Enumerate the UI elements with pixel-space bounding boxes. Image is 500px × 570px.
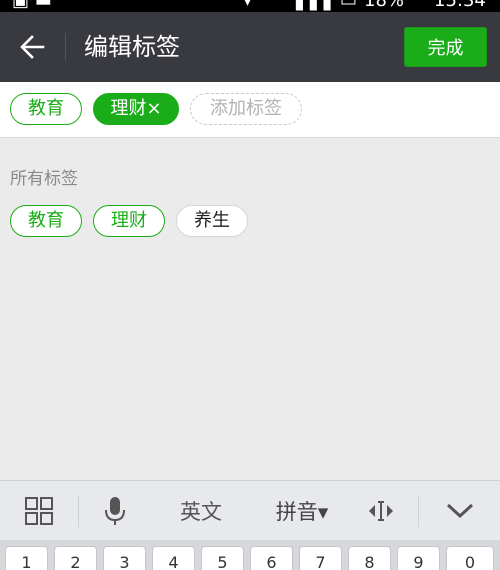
cursor-icon bbox=[369, 501, 393, 521]
signal-icon: ▣ ▬ bbox=[12, 0, 52, 11]
grid-icon bbox=[25, 497, 53, 525]
tag-health[interactable]: 养生 bbox=[176, 205, 248, 237]
battery-level: 18% bbox=[364, 0, 405, 11]
clock: 15:34 bbox=[434, 0, 486, 11]
hide-keyboard-button[interactable] bbox=[432, 481, 488, 541]
key-8[interactable]: 8 bbox=[348, 546, 391, 570]
ime-toolbar: 英文 拼音▾ bbox=[0, 480, 500, 540]
battery-icon: ▭ bbox=[340, 0, 358, 11]
cursor-move-button[interactable] bbox=[358, 481, 404, 541]
status-bar: ▣ ▬ ▾ ▌▌▌ ▭ 18% 15:34 bbox=[0, 0, 500, 12]
app-bar: 编辑标签 完成 bbox=[0, 12, 500, 82]
key-9[interactable]: 9 bbox=[397, 546, 440, 570]
english-mode-button[interactable]: 英文 bbox=[168, 481, 234, 541]
ime-separator bbox=[78, 495, 79, 527]
selected-tag-finance[interactable]: 理财× bbox=[93, 93, 179, 125]
pinyin-mode-button[interactable]: 拼音▾ bbox=[262, 481, 342, 541]
voice-input-button[interactable] bbox=[90, 481, 140, 541]
all-tags-title: 所有标签 bbox=[10, 169, 78, 189]
key-1[interactable]: 1 bbox=[5, 546, 48, 570]
tag-input-area: 教育 理财× 添加标签 bbox=[0, 82, 500, 138]
key-6[interactable]: 6 bbox=[250, 546, 293, 570]
key-5[interactable]: 5 bbox=[201, 546, 244, 570]
ime-separator bbox=[418, 495, 419, 527]
tag-finance[interactable]: 理财 bbox=[93, 205, 165, 237]
back-button[interactable] bbox=[10, 25, 54, 69]
arrow-left-icon bbox=[20, 35, 45, 59]
chevron-down-icon bbox=[446, 503, 474, 519]
key-0[interactable]: 0 bbox=[446, 546, 494, 570]
add-tag-input[interactable]: 添加标签 bbox=[190, 93, 302, 125]
selected-tag-education[interactable]: 教育 bbox=[10, 93, 82, 125]
tag-education[interactable]: 教育 bbox=[10, 205, 82, 237]
key-4[interactable]: 4 bbox=[152, 546, 195, 570]
key-7[interactable]: 7 bbox=[299, 546, 342, 570]
page-title: 编辑标签 bbox=[84, 33, 180, 61]
key-3[interactable]: 3 bbox=[103, 546, 146, 570]
header-divider bbox=[65, 33, 66, 61]
number-key-row: 1 2 3 4 5 6 7 8 9 0 bbox=[0, 540, 500, 570]
wifi-icon: ▾ bbox=[243, 0, 253, 11]
ime-menu-button[interactable] bbox=[12, 481, 66, 541]
microphone-icon bbox=[105, 497, 125, 525]
done-button[interactable]: 完成 bbox=[404, 27, 487, 67]
key-2[interactable]: 2 bbox=[54, 546, 97, 570]
cellular-icon: ▌▌▌ bbox=[296, 0, 338, 11]
